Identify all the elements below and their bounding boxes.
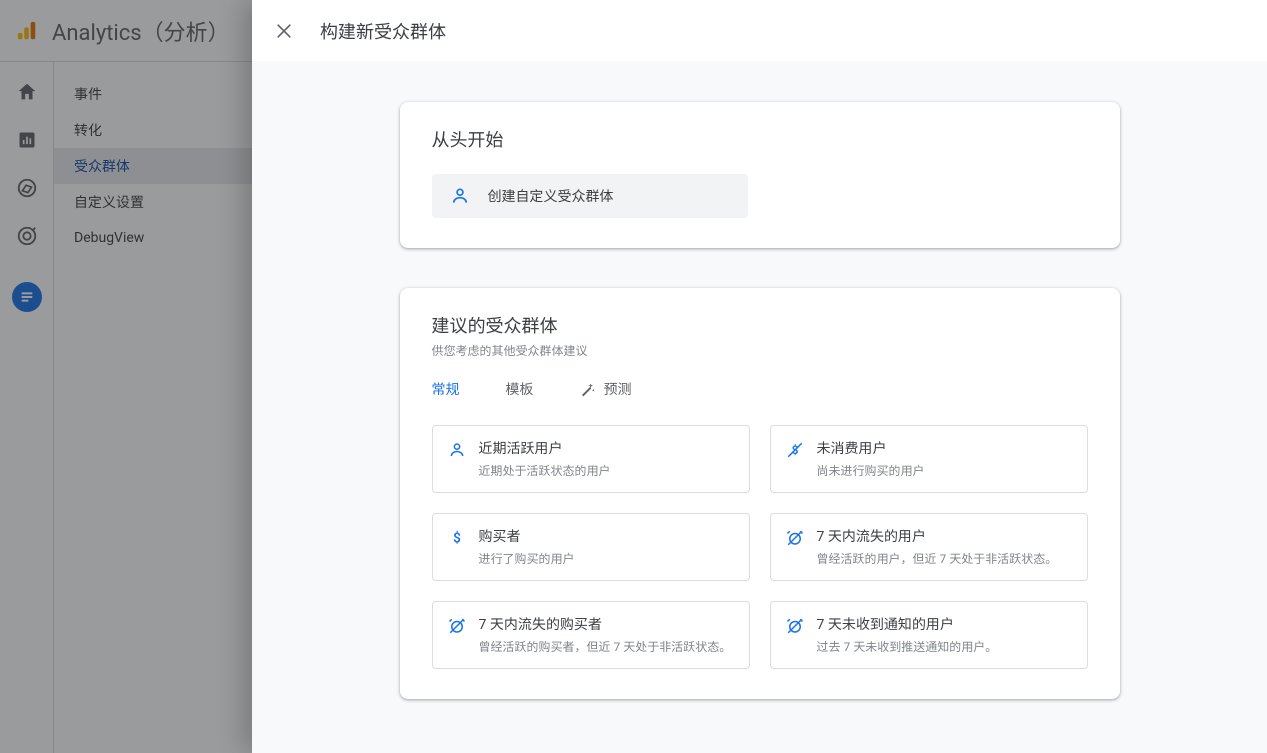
person-icon — [447, 440, 467, 460]
close-icon — [274, 21, 294, 41]
suggestion-title: 7 天内流失的购买者 — [479, 614, 732, 634]
alarm-off-icon — [447, 616, 467, 636]
suggestion-non-purchasers[interactable]: $ 未消费用户 尚未进行购买的用户 — [770, 425, 1088, 493]
alarm-off-icon — [785, 528, 805, 548]
suggestion-desc: 进行了购买的用户 — [479, 550, 575, 568]
dialog-body: 从头开始 创建自定义受众群体 建议的受众群体 供您考虑的其他受众群体建议 常规 … — [252, 62, 1267, 753]
suggestion-title: 近期活跃用户 — [479, 438, 611, 458]
suggestion-title: 7 天内流失的用户 — [817, 526, 1058, 546]
tab-templates[interactable]: 模板 — [506, 379, 534, 407]
suggested-heading: 建议的受众群体 — [432, 312, 1088, 338]
chip-label: 创建自定义受众群体 — [488, 186, 614, 206]
dollar-icon: $ — [447, 528, 467, 548]
suggestion-desc: 过去 7 天未收到推送通知的用户。 — [817, 638, 998, 656]
suggested-subheading: 供您考虑的其他受众群体建议 — [432, 342, 1088, 359]
suggestion-title: 未消费用户 — [817, 438, 925, 458]
audience-builder-dialog: 构建新受众群体 从头开始 创建自定义受众群体 建议的受众群体 供您考虑的其他受众… — [252, 0, 1267, 753]
tab-label: 常规 — [432, 382, 460, 398]
suggestion-recently-active-users[interactable]: 近期活跃用户 近期处于活跃状态的用户 — [432, 425, 750, 493]
tab-label: 模板 — [506, 382, 534, 398]
alarm-off-icon — [785, 616, 805, 636]
suggestion-desc: 近期处于活跃状态的用户 — [479, 462, 611, 480]
tab-general[interactable]: 常规 — [432, 379, 460, 407]
suggestion-grid: 近期活跃用户 近期处于活跃状态的用户 $ 未消费用户 尚未进行购买的用户 — [432, 425, 1088, 669]
suggestion-7day-lapsed-users[interactable]: 7 天内流失的用户 曾经活跃的用户，但近 7 天处于非活跃状态。 — [770, 513, 1088, 581]
suggestion-desc: 曾经活跃的购买者，但近 7 天处于非活跃状态。 — [479, 638, 732, 656]
svg-text:$: $ — [453, 531, 461, 547]
person-icon — [450, 186, 470, 206]
tab-label: 预测 — [604, 379, 632, 399]
start-heading: 从头开始 — [432, 126, 1088, 152]
suggested-card: 建议的受众群体 供您考虑的其他受众群体建议 常规 模板 预测 — [400, 288, 1120, 699]
no-money-icon: $ — [785, 440, 805, 460]
create-custom-audience-button[interactable]: 创建自定义受众群体 — [432, 174, 748, 218]
dialog-header: 构建新受众群体 — [252, 0, 1267, 62]
magic-wand-icon — [580, 381, 596, 397]
suggestion-7day-no-notification[interactable]: 7 天未收到通知的用户 过去 7 天未收到推送通知的用户。 — [770, 601, 1088, 669]
suggestion-7day-lapsed-purchasers[interactable]: 7 天内流失的购买者 曾经活跃的购买者，但近 7 天处于非活跃状态。 — [432, 601, 750, 669]
tab-predictive[interactable]: 预测 — [580, 379, 632, 407]
suggestion-purchasers[interactable]: $ 购买者 进行了购买的用户 — [432, 513, 750, 581]
suggestion-desc: 曾经活跃的用户，但近 7 天处于非活跃状态。 — [817, 550, 1058, 568]
start-card: 从头开始 创建自定义受众群体 — [400, 102, 1120, 248]
suggested-tabs: 常规 模板 预测 — [432, 379, 1088, 407]
close-button[interactable] — [264, 11, 304, 51]
dialog-title: 构建新受众群体 — [320, 18, 446, 44]
suggestion-title: 7 天未收到通知的用户 — [817, 614, 998, 634]
suggestion-desc: 尚未进行购买的用户 — [817, 462, 925, 480]
suggestion-title: 购买者 — [479, 526, 575, 546]
